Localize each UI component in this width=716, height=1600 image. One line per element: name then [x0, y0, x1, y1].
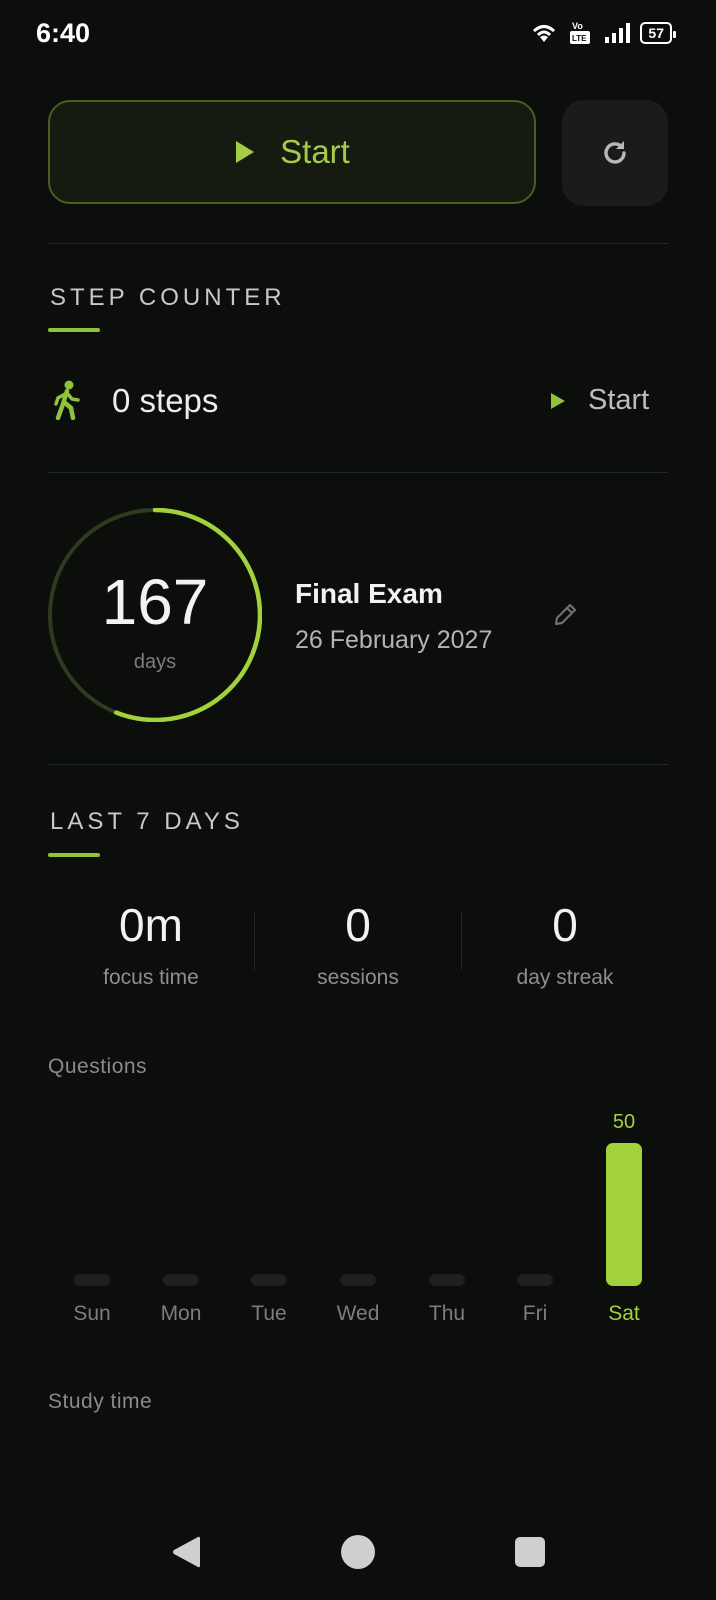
back-nav-icon[interactable] — [170, 1534, 202, 1570]
divider — [48, 472, 668, 473]
questions-title: Questions — [48, 1055, 148, 1078]
status-icons: LTE Vo 57 — [530, 20, 676, 46]
divider — [48, 243, 668, 244]
start-timer-label: Start — [280, 133, 350, 170]
divider — [48, 764, 668, 765]
play-icon — [551, 392, 565, 409]
day-label: Thu — [428, 1302, 466, 1325]
focus-time-label: focus time — [103, 966, 199, 989]
focus-time-value: 0m — [119, 899, 183, 951]
study-time-title: Study time — [48, 1390, 153, 1413]
last-7-days-title: LAST 7 DAYS — [50, 808, 244, 835]
day-streak-label: day streak — [516, 966, 614, 989]
stat-separator — [461, 912, 462, 970]
bar-sat — [606, 1143, 642, 1286]
steps-count: 0 steps — [112, 382, 219, 419]
signal-icon — [605, 23, 631, 43]
bar-thu — [429, 1274, 465, 1286]
refresh-icon — [604, 141, 626, 164]
status-time: 6:40 — [36, 18, 91, 48]
svg-text:Vo: Vo — [572, 21, 583, 31]
section-underline — [48, 853, 100, 857]
bar-fri — [517, 1274, 553, 1286]
bar-mon — [163, 1274, 199, 1286]
bar-value-label: 50 — [612, 1111, 636, 1133]
svg-text:LTE: LTE — [572, 34, 587, 43]
step-counter-start-button[interactable]: Start — [550, 384, 649, 417]
bar-wed — [340, 1274, 376, 1286]
start-timer-button[interactable]: Start — [48, 100, 536, 204]
day-label: Tue — [251, 1302, 287, 1325]
reset-button[interactable] — [562, 100, 668, 206]
exam-name: Final Exam — [295, 578, 443, 609]
play-icon — [236, 141, 255, 163]
bar-tue — [251, 1274, 287, 1286]
days-unit-label: days — [133, 651, 177, 673]
step-counter-title: STEP COUNTER — [50, 284, 286, 311]
day-streak-value: 0 — [552, 899, 578, 951]
exam-date: 26 February 2027 — [295, 626, 493, 654]
section-underline — [48, 328, 100, 332]
day-label: Wed — [336, 1302, 380, 1325]
sessions-value: 0 — [345, 899, 371, 951]
day-label: Mon — [160, 1302, 202, 1325]
bar-sun — [74, 1274, 110, 1286]
days-remaining: 167 — [101, 566, 209, 638]
step-counter-start-label: Start — [588, 384, 650, 416]
sessions-label: sessions — [317, 966, 399, 989]
walking-icon — [54, 380, 80, 420]
day-label: Sat — [608, 1302, 640, 1325]
day-label: Fri — [522, 1302, 548, 1325]
volte-icon: LTE Vo — [570, 21, 591, 44]
recents-nav-icon[interactable] — [514, 1536, 546, 1568]
wifi-icon — [533, 25, 556, 42]
edit-pencil-icon[interactable] — [553, 601, 579, 627]
battery-indicator: 57 — [640, 22, 676, 44]
stat-separator — [254, 912, 255, 970]
day-label: Sun — [73, 1302, 111, 1325]
home-nav-icon[interactable] — [340, 1534, 376, 1570]
